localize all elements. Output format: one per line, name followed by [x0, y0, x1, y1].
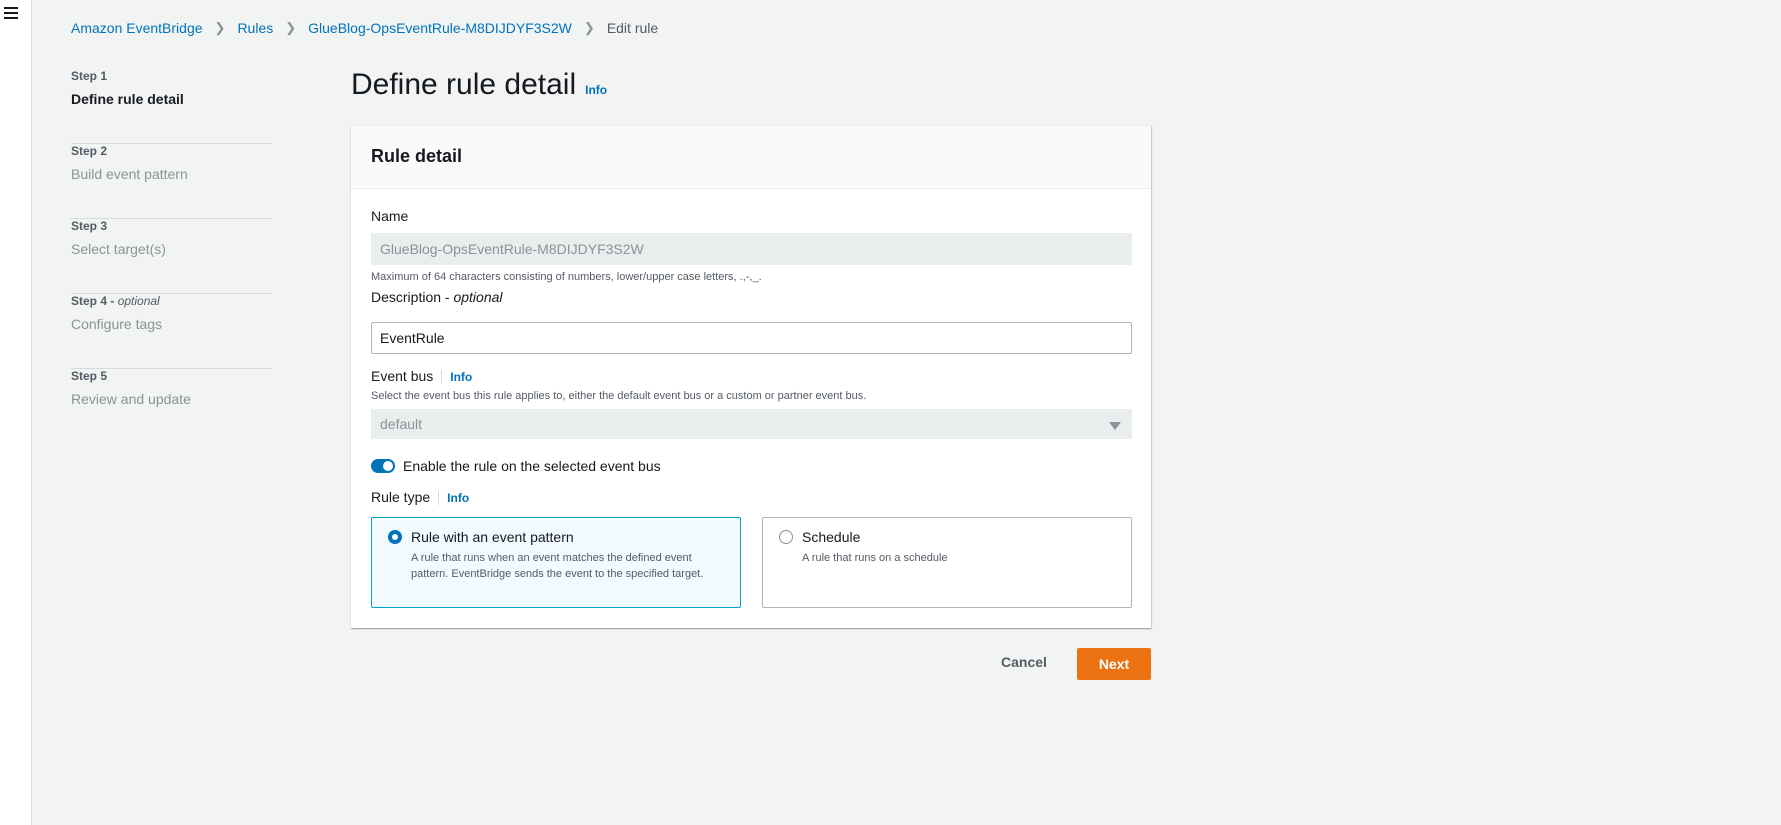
- option-title: Schedule: [802, 529, 861, 545]
- rule-type-info-link[interactable]: Info: [438, 491, 470, 505]
- breadcrumb: Amazon EventBridge ❯ Rules ❯ GlueBlog-Op…: [71, 20, 658, 36]
- step-title: Configure tags: [71, 316, 163, 332]
- description-field[interactable]: EventRule: [371, 322, 1132, 354]
- panel-title: Rule detail: [371, 146, 463, 166]
- info-link[interactable]: Info: [585, 83, 607, 97]
- toggle-knob: [383, 461, 393, 471]
- option-description: A rule that runs on a schedule: [802, 552, 948, 564]
- option-description: A rule that runs when an event matches t…: [411, 552, 704, 580]
- chevron-right-icon: ❯: [583, 20, 595, 35]
- step-title: Select target(s): [71, 241, 166, 257]
- menu-icon[interactable]: [4, 7, 18, 19]
- rule-type-label: Rule type Info: [371, 489, 470, 505]
- rule-type-event-pattern-option[interactable]: Rule with an event pattern A rule that r…: [371, 517, 741, 608]
- page-title: Define rule detail: [351, 68, 577, 101]
- step-5: Step 5 Review and update: [71, 369, 271, 444]
- step-title: Build event pattern: [71, 166, 188, 182]
- radio-button-selected[interactable]: [388, 530, 402, 544]
- step-3: Step 3 Select target(s): [71, 219, 271, 294]
- event-bus-hint: Select the event bus this rule applies t…: [371, 390, 867, 402]
- cancel-button[interactable]: Cancel: [989, 646, 1059, 678]
- name-hint: Maximum of 64 characters consisting of n…: [371, 271, 762, 283]
- step-number: Step 4 - optional: [71, 294, 160, 308]
- page-header: Define rule detail Info: [351, 68, 607, 102]
- event-bus-select[interactable]: default: [371, 409, 1132, 439]
- chevron-right-icon: ❯: [285, 20, 297, 35]
- breadcrumb-rules[interactable]: Rules: [237, 20, 273, 36]
- enable-rule-toggle[interactable]: [371, 459, 395, 473]
- radio-button[interactable]: [779, 530, 793, 544]
- chevron-right-icon: ❯: [214, 20, 226, 35]
- name-field[interactable]: GlueBlog-OpsEventRule-M8DIJDYF3S2W: [371, 233, 1132, 265]
- description-label: Description - optional: [371, 289, 503, 305]
- step-number: Step 1: [71, 69, 108, 83]
- event-bus-info-link[interactable]: Info: [441, 370, 473, 384]
- rule-type-schedule-option[interactable]: Schedule A rule that runs on a schedule: [762, 517, 1132, 608]
- step-number: Step 3: [71, 219, 108, 233]
- left-rail: [0, 0, 32, 825]
- step-title: Review and update: [71, 391, 191, 407]
- option-title: Rule with an event pattern: [411, 529, 574, 545]
- step-4: Step 4 - optional Configure tags: [71, 294, 271, 369]
- event-bus-label: Event bus Info: [371, 368, 473, 384]
- panel-header: Rule detail: [351, 126, 1151, 189]
- step-2: Step 2 Build event pattern: [71, 144, 271, 219]
- wizard-steps: Step 1 Define rule detail Step 2 Build e…: [71, 69, 271, 444]
- step-number: Step 2: [71, 144, 108, 158]
- enable-rule-label: Enable the rule on the selected event bu…: [403, 458, 661, 474]
- breadcrumb-current: Edit rule: [606, 20, 659, 36]
- dropdown-arrow-icon: [1109, 422, 1121, 430]
- step-title: Define rule detail: [71, 91, 184, 107]
- next-button[interactable]: Next: [1077, 648, 1151, 680]
- rule-detail-panel: Rule detail Name GlueBlog-OpsEventRule-M…: [351, 125, 1151, 628]
- step-1: Step 1 Define rule detail: [71, 69, 271, 144]
- step-number: Step 5: [71, 369, 108, 383]
- breadcrumb-eventbridge[interactable]: Amazon EventBridge: [71, 20, 203, 36]
- breadcrumb-rule-name[interactable]: GlueBlog-OpsEventRule-M8DIJDYF3S2W: [308, 20, 572, 36]
- name-label: Name: [371, 208, 409, 224]
